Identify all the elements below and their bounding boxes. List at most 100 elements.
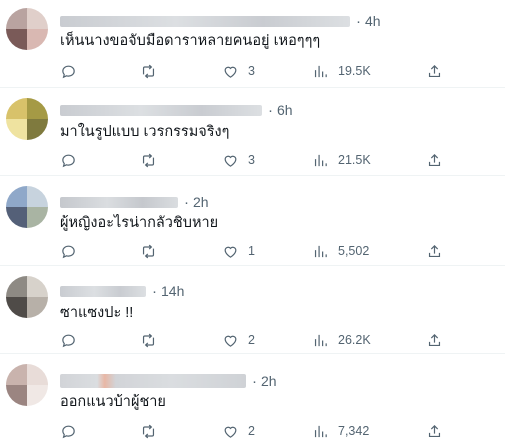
avatar-pixel: [6, 207, 27, 228]
views-icon: [314, 425, 327, 437]
retweet-button[interactable]: [140, 61, 157, 81]
reply-icon: [62, 245, 75, 258]
views-button[interactable]: 19.5K: [312, 61, 371, 81]
share-button[interactable]: [426, 421, 443, 441]
reply-button[interactable]: [60, 150, 77, 170]
retweet-icon: [142, 333, 155, 347]
tweet-text: ซาแซงปะ !!: [60, 305, 134, 321]
views-icon: [314, 245, 327, 257]
tweet-header: · 14h: [60, 282, 184, 300]
tweet[interactable]: · 4h เห็นนางขอจับมือดาราหลายคนอยู่ เหอๆๆ…: [0, 0, 505, 88]
like-button[interactable]: 2: [222, 330, 255, 350]
retweet-button[interactable]: [140, 241, 157, 261]
reply-icon: [62, 334, 75, 347]
share-icon: [428, 64, 441, 77]
blurred-username[interactable]: [60, 196, 178, 208]
views-button[interactable]: 26.2K: [312, 330, 371, 350]
retweet-button[interactable]: [140, 150, 157, 170]
like-button[interactable]: 3: [222, 150, 255, 170]
view-count: 7,342: [338, 424, 370, 438]
separator-dot: ·: [252, 372, 257, 390]
heart-icon: [224, 335, 237, 347]
action-bar: 2 7,342: [60, 421, 450, 441]
tweet-header: · 4h: [60, 12, 381, 30]
blurred-username[interactable]: [60, 374, 246, 388]
avatar[interactable]: [6, 8, 48, 50]
views-icon: [314, 65, 327, 77]
avatar[interactable]: [6, 98, 48, 140]
avatar-pixel: [27, 297, 48, 318]
tweet-header: · 6h: [60, 101, 293, 119]
share-button[interactable]: [426, 330, 443, 350]
share-button[interactable]: [426, 61, 443, 81]
separator-dot: ·: [268, 101, 273, 119]
timestamp[interactable]: 14h: [161, 283, 184, 299]
like-count: 2: [248, 333, 255, 347]
avatar-pixel: [27, 29, 48, 50]
timestamp[interactable]: 2h: [193, 194, 209, 210]
timestamp[interactable]: 6h: [277, 102, 293, 118]
separator-dot: ·: [356, 12, 361, 30]
heart-icon: [224, 246, 237, 258]
avatar-pixel: [6, 186, 27, 207]
action-bar: 2 26.2K: [60, 330, 450, 350]
tweet-header: · 2h: [60, 193, 209, 211]
blurred-username[interactable]: [60, 15, 350, 27]
views-icon: [314, 154, 327, 166]
like-count: 2: [248, 424, 255, 438]
timestamp[interactable]: 2h: [261, 373, 277, 389]
avatar-pixel: [27, 98, 48, 119]
reply-button[interactable]: [60, 421, 77, 441]
like-button[interactable]: 2: [222, 421, 255, 441]
avatar[interactable]: [6, 186, 48, 228]
separator-dot: ·: [184, 193, 189, 211]
share-button[interactable]: [426, 241, 443, 261]
views-button[interactable]: 21.5K: [312, 150, 371, 170]
view-count: 5,502: [338, 244, 370, 258]
retweet-icon: [142, 153, 155, 167]
views-button[interactable]: 7,342: [312, 421, 369, 441]
action-bar: 1 5,502: [60, 241, 450, 261]
like-count: 1: [248, 244, 255, 258]
avatar-pixel: [6, 98, 27, 119]
reply-button[interactable]: [60, 241, 77, 261]
reply-button[interactable]: [60, 61, 77, 81]
blurred-username[interactable]: [60, 104, 262, 116]
avatar-pixel: [6, 364, 27, 385]
blurred-username[interactable]: [60, 285, 146, 297]
views-button[interactable]: 5,502: [312, 241, 369, 261]
timestamp[interactable]: 4h: [365, 13, 381, 29]
action-bar: 3 21.5K: [60, 150, 450, 170]
view-count: 19.5K: [338, 64, 371, 78]
reply-button[interactable]: [60, 330, 77, 350]
reply-icon: [62, 65, 75, 78]
tweet[interactable]: · 6h มาในรูปแบบ เวรกรรมจริงๆ 3 21.5K: [0, 88, 505, 176]
avatar-pixel: [6, 385, 27, 406]
share-button[interactable]: [426, 150, 443, 170]
share-icon: [428, 424, 441, 437]
like-button[interactable]: 3: [222, 61, 255, 81]
retweet-icon: [142, 424, 155, 438]
like-count: 3: [248, 153, 255, 167]
like-count: 3: [248, 64, 255, 78]
heart-icon: [224, 426, 237, 438]
share-icon: [428, 333, 441, 346]
view-count: 21.5K: [338, 153, 371, 167]
tweet-text: ออกแนวบ้าผู้ชาย: [60, 394, 166, 410]
retweet-button[interactable]: [140, 330, 157, 350]
like-button[interactable]: 1: [222, 241, 255, 261]
tweet[interactable]: · 14h ซาแซงปะ !! 2 26.2K: [0, 266, 505, 354]
avatar-pixel: [27, 186, 48, 207]
tweet-text: เห็นนางขอจับมือดาราหลายคนอยู่ เหอๆๆๆ: [60, 33, 321, 49]
avatar-pixel: [27, 276, 48, 297]
avatar[interactable]: [6, 276, 48, 318]
avatar-pixel: [27, 385, 48, 406]
view-count: 26.2K: [338, 333, 371, 347]
avatar-pixel: [6, 276, 27, 297]
avatar-pixel: [27, 119, 48, 140]
tweet[interactable]: · 2h ผู้หญิงอะไรน่ากลัวชิบหาย 1 5,502: [0, 176, 505, 266]
tweet[interactable]: · 2h ออกแนวบ้าผู้ชาย 2 7,342: [0, 354, 505, 446]
retweet-button[interactable]: [140, 421, 157, 441]
avatar[interactable]: [6, 364, 48, 406]
action-bar: 3 19.5K: [60, 61, 450, 81]
